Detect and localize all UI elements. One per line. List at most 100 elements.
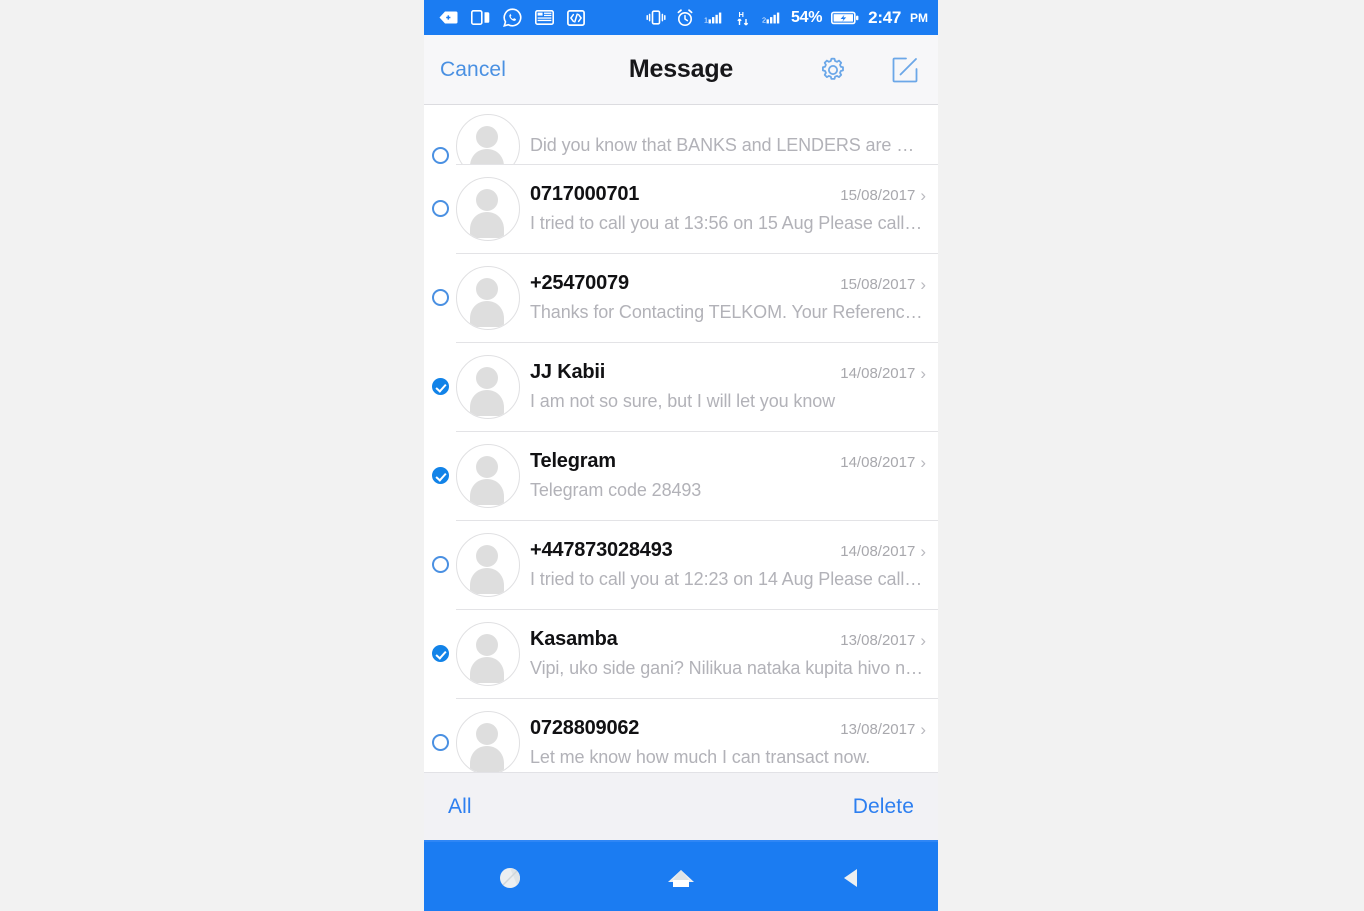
avatar (456, 265, 520, 330)
message-list-item[interactable]: +447873028493 14/08/2017 › I tried to call … (424, 520, 938, 609)
message-list-item[interactable]: 0717000701 15/08/2017 › I tried to call you… (424, 164, 938, 253)
message-snippet: Telegram code 28493 (530, 480, 702, 500)
message-snippet: Thanks for Contacting TELKOM. Your Refer… (530, 302, 926, 322)
message-snippet: Vipi, uko side gani? Nilikua nataka kupi… (530, 658, 926, 678)
clock-ampm-label: PM (910, 10, 928, 25)
message-date: 13/08/2017 (840, 721, 916, 738)
message-list-item[interactable]: Did you know that BANKS and LENDERS are … (424, 105, 938, 178)
battery-charging-icon (831, 8, 859, 28)
checkbox-unchecked-icon[interactable] (431, 734, 449, 751)
selection-checkbox-cell[interactable] (424, 467, 456, 484)
chevron-right-icon[interactable]: › (920, 365, 926, 382)
header-actions (816, 53, 922, 87)
message-row-header: Kasamba 13/08/2017 › (530, 628, 926, 651)
svg-text:2: 2 (762, 15, 766, 24)
checkbox-unchecked-icon[interactable] (431, 200, 449, 217)
message-snippet: Did you know that BANKS and LENDERS are … (530, 135, 926, 155)
battery-percent-label: 54% (791, 8, 823, 26)
recents-circle-icon[interactable] (480, 855, 540, 901)
message-row-meta: 14/08/2017 › (840, 365, 926, 382)
message-row-body: Kasamba 13/08/2017 › Vipi, uko side gani? N… (530, 628, 938, 679)
chevron-right-icon[interactable]: › (920, 454, 926, 471)
message-list-item[interactable]: JJ Kabii 14/08/2017 › I am not so sure, but… (424, 342, 938, 431)
message-row-body: Telegram 14/08/2017 › Telegram code 28493 (530, 450, 938, 501)
selection-checkbox-cell[interactable] (424, 378, 456, 395)
message-list-item[interactable]: Telegram 14/08/2017 › Telegram code 28493 (424, 431, 938, 520)
chevron-right-icon[interactable]: › (920, 276, 926, 293)
message-row-header: 0717000701 15/08/2017 › (530, 183, 926, 206)
message-row-header: JJ Kabii 14/08/2017 › (530, 361, 926, 384)
status-bar-right-icons: 1 H 2 54% 2:47 PM (646, 8, 928, 28)
selection-checkbox-cell[interactable] (424, 147, 456, 164)
avatar (456, 443, 520, 508)
checkbox-checked-icon[interactable] (431, 645, 449, 662)
chevron-right-icon[interactable]: › (920, 543, 926, 560)
message-list[interactable]: Did you know that BANKS and LENDERS are … (424, 105, 938, 772)
code-brackets-icon (566, 8, 586, 28)
clock-time-label: 2:47 (868, 7, 901, 27)
cancel-button[interactable]: Cancel (440, 58, 506, 82)
chevron-right-icon[interactable]: › (920, 632, 926, 649)
message-row-body: Did you know that BANKS and LENDERS are … (530, 135, 938, 164)
selection-checkbox-cell[interactable] (424, 734, 456, 751)
checkbox-unchecked-icon[interactable] (431, 556, 449, 573)
message-date: 13/08/2017 (840, 632, 916, 649)
message-row-body: +25470079 15/08/2017 › Thanks for Contactin… (530, 272, 938, 323)
status-bar-left-icons (438, 8, 586, 28)
message-row-meta: 14/08/2017 › (840, 454, 926, 471)
message-row-body: JJ Kabii 14/08/2017 › I am not so sure, but… (530, 361, 938, 412)
status-bar: 1 H 2 54% 2:47 PM (424, 0, 938, 35)
message-row-meta: 13/08/2017 › (840, 632, 926, 649)
selection-checkbox-cell[interactable] (424, 645, 456, 662)
checkbox-unchecked-icon[interactable] (431, 147, 449, 164)
android-nav-bar (424, 840, 938, 911)
message-date: 15/08/2017 (840, 187, 916, 204)
message-date: 14/08/2017 (840, 454, 916, 471)
app-header: Cancel Message (424, 35, 938, 105)
message-date: 14/08/2017 (840, 365, 916, 382)
message-snippet: I tried to call you at 13:56 on 15 Aug P… (530, 213, 923, 233)
message-list-item[interactable]: Kasamba 13/08/2017 › Vipi, uko side gani? N… (424, 609, 938, 698)
avatar (456, 354, 520, 419)
news-card-icon (534, 8, 554, 28)
sender-name: JJ Kabii (530, 361, 606, 383)
sender-name: 0717000701 (530, 183, 640, 205)
selection-toolbar: All Delete (424, 772, 938, 840)
signal-bars-sim2-icon: 2 (762, 8, 782, 28)
message-row-meta: 15/08/2017 › (840, 187, 926, 204)
vibrate-icon (646, 8, 666, 28)
selection-checkbox-cell[interactable] (424, 289, 456, 306)
chevron-right-icon[interactable]: › (920, 187, 926, 204)
message-row-header: +25470079 15/08/2017 › (530, 272, 926, 295)
sender-name: Kasamba (530, 628, 618, 650)
checkbox-unchecked-icon[interactable] (431, 289, 449, 306)
delete-button[interactable]: Delete (853, 795, 914, 819)
sender-name: +25470079 (530, 272, 629, 294)
split-screen-icon (470, 8, 490, 28)
avatar (456, 532, 520, 597)
avatar (456, 176, 520, 241)
message-row-meta: 14/08/2017 › (840, 543, 926, 560)
checkbox-checked-icon[interactable] (431, 378, 449, 395)
chevron-right-icon[interactable]: › (920, 721, 926, 738)
selection-checkbox-cell[interactable] (424, 200, 456, 217)
message-row-body: 0717000701 15/08/2017 › I tried to call you… (530, 183, 938, 234)
selection-checkbox-cell[interactable] (424, 556, 456, 573)
checkbox-checked-icon[interactable] (431, 467, 449, 484)
message-list-item[interactable]: 0728809062 13/08/2017 › Let me know how muc… (424, 698, 938, 772)
select-all-button[interactable]: All (448, 795, 472, 819)
sender-name: Telegram (530, 450, 616, 472)
svg-text:1: 1 (704, 15, 708, 24)
hspa-data-icon: H (733, 8, 753, 28)
signal-bars-sim1-icon: 1 (704, 8, 724, 28)
sender-name: +447873028493 (530, 539, 673, 561)
back-triangle-icon[interactable] (822, 855, 882, 901)
message-row-header: 0728809062 13/08/2017 › (530, 717, 926, 740)
message-date: 15/08/2017 (840, 276, 916, 293)
home-icon[interactable] (651, 855, 711, 901)
sender-name: 0728809062 (530, 717, 640, 739)
gear-icon[interactable] (816, 53, 850, 87)
message-snippet: Let me know how much I can transact now. (530, 747, 871, 767)
compose-pencil-square-icon[interactable] (888, 53, 922, 87)
message-list-item[interactable]: +25470079 15/08/2017 › Thanks for Contactin… (424, 253, 938, 342)
